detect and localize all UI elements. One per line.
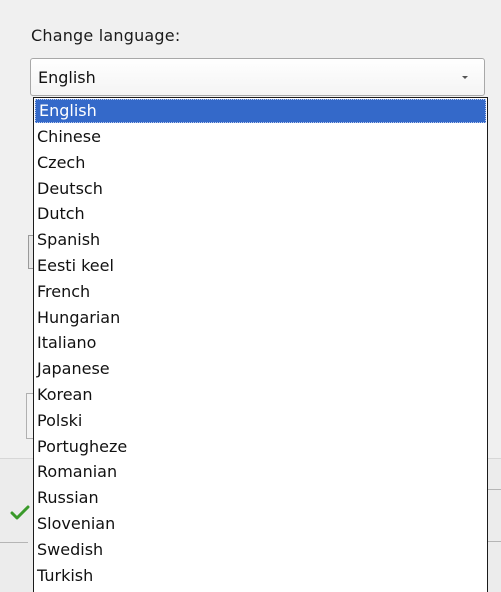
language-option[interactable]: French xyxy=(34,279,487,305)
language-option[interactable]: Japanese xyxy=(34,356,487,382)
language-option[interactable]: Dutch xyxy=(34,201,487,227)
divider xyxy=(487,541,501,542)
language-option[interactable]: Korean xyxy=(34,382,487,408)
language-option[interactable]: Deutsch xyxy=(34,176,487,202)
language-option[interactable]: Hungarian xyxy=(34,305,487,331)
language-option[interactable]: Polski xyxy=(34,408,487,434)
language-option[interactable]: Eesti keel xyxy=(34,253,487,279)
settings-panel: Change language: English English Chinese C… xyxy=(0,0,501,592)
check-icon xyxy=(10,505,30,520)
language-option[interactable]: Romanian xyxy=(34,459,487,485)
language-select-value: English xyxy=(38,68,96,87)
language-option[interactable]: Chinese xyxy=(34,124,487,150)
divider xyxy=(487,489,501,490)
language-option[interactable]: Swedish xyxy=(34,537,487,563)
change-language-label: Change language: xyxy=(31,26,181,45)
language-dropdown-list[interactable]: English Chinese Czech Deutsch Dutch Spanish Ee… xyxy=(33,97,488,592)
language-option[interactable]: Czech xyxy=(34,150,487,176)
language-option[interactable]: Spanish xyxy=(34,227,487,253)
language-option[interactable]: Slovenian xyxy=(34,511,487,537)
language-option[interactable]: Italiano xyxy=(34,330,487,356)
language-option[interactable]: Russian xyxy=(34,485,487,511)
language-select[interactable]: English xyxy=(30,58,485,96)
chevron-down-icon[interactable] xyxy=(460,72,470,82)
language-option[interactable]: Portugheze xyxy=(34,434,487,460)
language-option[interactable]: English xyxy=(35,99,486,123)
language-option[interactable]: Turkish xyxy=(34,563,487,589)
settings-window: Change language: English English Chinese C… xyxy=(0,0,501,592)
